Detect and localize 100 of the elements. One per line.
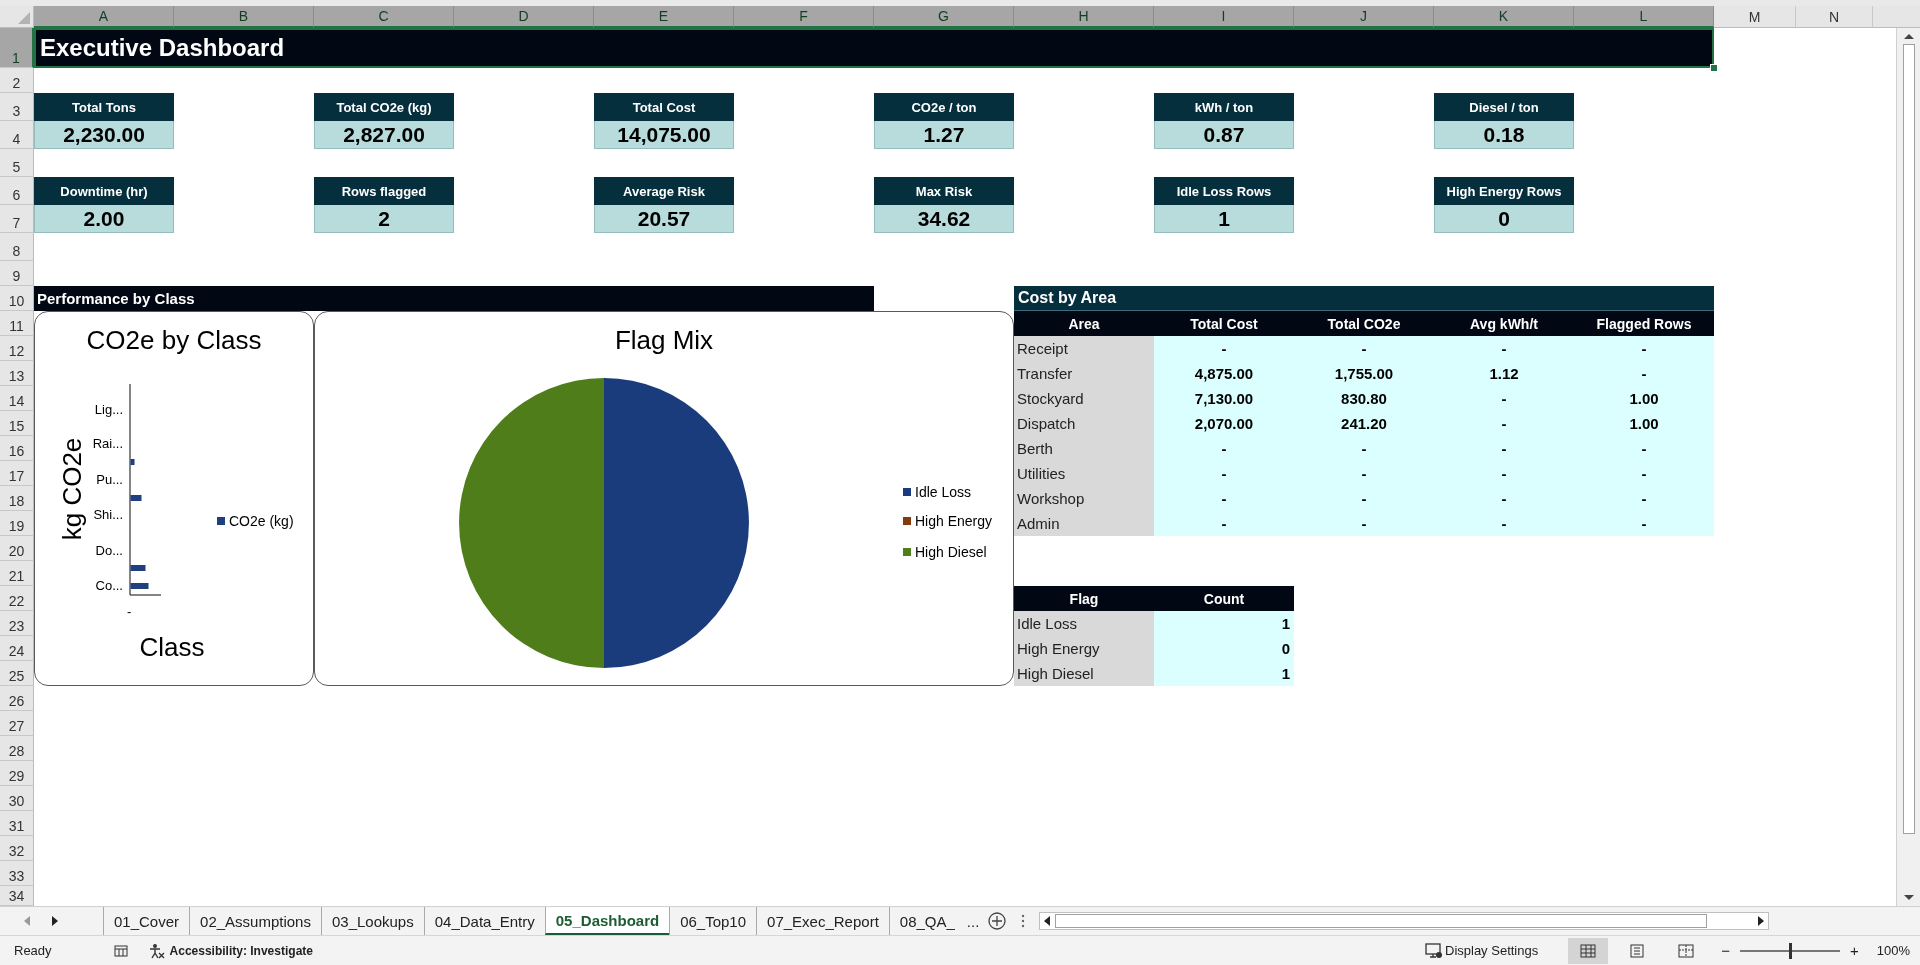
row-header[interactable]: 7 — [0, 205, 34, 233]
kpi-label: High Energy Rows — [1434, 177, 1574, 205]
row-header[interactable]: 34 — [0, 886, 34, 906]
row-header[interactable]: 5 — [0, 149, 34, 177]
previous-sheet-icon[interactable] — [22, 915, 32, 927]
sheet-tab[interactable]: 05_Dashboard — [544, 907, 670, 935]
table-cell: 1 — [1154, 661, 1294, 686]
row-header[interactable]: 33 — [0, 861, 34, 886]
column-header[interactable]: D — [454, 6, 594, 28]
row-header[interactable]: 8 — [0, 233, 34, 261]
row-header[interactable]: 4 — [0, 121, 34, 149]
row-header[interactable]: 29 — [0, 761, 34, 786]
next-sheet-icon[interactable] — [50, 915, 60, 927]
grid-icon — [1580, 943, 1597, 958]
accessibility-icon[interactable] — [147, 942, 166, 959]
kpi-label: Diesel / ton — [1434, 93, 1574, 121]
row-header[interactable]: 20 — [0, 536, 34, 561]
column-header[interactable]: B — [174, 6, 314, 28]
row-header[interactable]: 10 — [0, 286, 34, 311]
column-header[interactable]: I — [1154, 6, 1294, 28]
table-cell: - — [1574, 336, 1714, 361]
row-header[interactable]: 15 — [0, 411, 34, 436]
row-header[interactable]: 11 — [0, 311, 34, 336]
kpi-label: Idle Loss Rows — [1154, 177, 1294, 205]
table-cell: Utilities — [1014, 461, 1154, 486]
vertical-scrollbar[interactable] — [1896, 28, 1920, 906]
table-cell: - — [1574, 361, 1714, 386]
monitor-icon[interactable] — [1425, 942, 1443, 959]
scroll-down-icon[interactable] — [1902, 894, 1915, 902]
column-header[interactable]: A — [34, 6, 174, 28]
column-header[interactable]: J — [1294, 6, 1434, 28]
category-label: Shi... — [93, 506, 123, 524]
column-header[interactable]: L — [1574, 6, 1714, 28]
display-settings-button[interactable]: Display Settings — [1445, 943, 1539, 958]
kpi-value: 14,075.00 — [594, 121, 734, 149]
horizontal-scrollbar[interactable] — [1039, 912, 1770, 930]
row-header[interactable]: 28 — [0, 736, 34, 761]
view-button[interactable] — [1568, 937, 1609, 964]
row-header[interactable]: 6 — [0, 177, 34, 205]
row-header[interactable]: 2 — [0, 68, 34, 93]
row-header[interactable]: 21 — [0, 561, 34, 586]
more-options-icon[interactable] — [1021, 914, 1026, 928]
add-sheet-icon[interactable] — [987, 911, 1008, 931]
row-header[interactable]: 30 — [0, 786, 34, 811]
column-header[interactable]: K — [1434, 6, 1574, 28]
tick-label: - — [127, 604, 132, 619]
table-cell: - — [1574, 461, 1714, 486]
row-header[interactable]: 25 — [0, 661, 34, 686]
row-header[interactable]: 23 — [0, 611, 34, 636]
row-header[interactable]: 18 — [0, 486, 34, 511]
row-header[interactable]: 31 — [0, 811, 34, 836]
table-header-cell: Count — [1154, 586, 1294, 611]
table-cell: - — [1434, 486, 1574, 511]
row-header[interactable]: 27 — [0, 711, 34, 736]
section-header: Performance by Class — [34, 286, 874, 311]
row-header[interactable]: 14 — [0, 386, 34, 411]
legend-label: High Energy — [915, 513, 993, 529]
kpi-label: Downtime (hr) — [34, 177, 174, 205]
row-header[interactable]: 32 — [0, 836, 34, 861]
row-header[interactable]: 1 — [0, 28, 34, 68]
column-header[interactable]: N — [1796, 6, 1873, 28]
row-header[interactable]: 24 — [0, 636, 34, 661]
kpi-label: kWh / ton — [1154, 93, 1294, 121]
row-header[interactable]: 12 — [0, 336, 34, 361]
kpi-value: 1 — [1154, 205, 1294, 233]
column-header[interactable]: C — [314, 6, 454, 28]
zoom-percent[interactable]: 100% — [1876, 943, 1910, 958]
table-cell: - — [1294, 461, 1434, 486]
row-header[interactable]: 26 — [0, 686, 34, 711]
column-header[interactable]: M — [1714, 6, 1796, 28]
row-header[interactable]: 22 — [0, 586, 34, 611]
table-header-cell: Flag — [1014, 586, 1154, 611]
zoom-out-button[interactable]: − — [1721, 942, 1730, 959]
kpi-label: CO2e / ton — [874, 93, 1014, 121]
table-cell: - — [1574, 486, 1714, 511]
status-text: Ready — [14, 943, 52, 958]
table-cell: 1.00 — [1574, 411, 1714, 436]
zoom-in-button[interactable]: + — [1850, 942, 1859, 959]
table-cell: Admin — [1014, 511, 1154, 536]
row-header[interactable]: 17 — [0, 461, 34, 486]
scroll-right-icon[interactable] — [1757, 915, 1766, 927]
row-header[interactable]: 13 — [0, 361, 34, 386]
scroll-left-icon[interactable] — [1043, 915, 1052, 927]
axis-title: kg CO2e — [56, 437, 88, 541]
row-header[interactable]: 16 — [0, 436, 34, 461]
row-header[interactable]: 19 — [0, 511, 34, 536]
row-header[interactable]: 3 — [0, 93, 34, 121]
column-header[interactable]: G — [874, 6, 1014, 28]
column-header[interactable]: F — [734, 6, 874, 28]
table-cell: - — [1434, 386, 1574, 411]
sheet-icon[interactable] — [113, 943, 128, 958]
more-sheets-button[interactable]: ... — [964, 912, 982, 930]
table-cell: - — [1154, 436, 1294, 461]
column-header[interactable]: H — [1014, 6, 1154, 28]
accessibility-status[interactable]: Accessibility: Investigate — [169, 943, 313, 958]
table-cell: - — [1294, 336, 1434, 361]
column-header[interactable]: E — [594, 6, 734, 28]
kpi-label: Total Tons — [34, 93, 174, 121]
row-header[interactable]: 9 — [0, 261, 34, 286]
scroll-up-icon[interactable] — [1902, 32, 1915, 40]
